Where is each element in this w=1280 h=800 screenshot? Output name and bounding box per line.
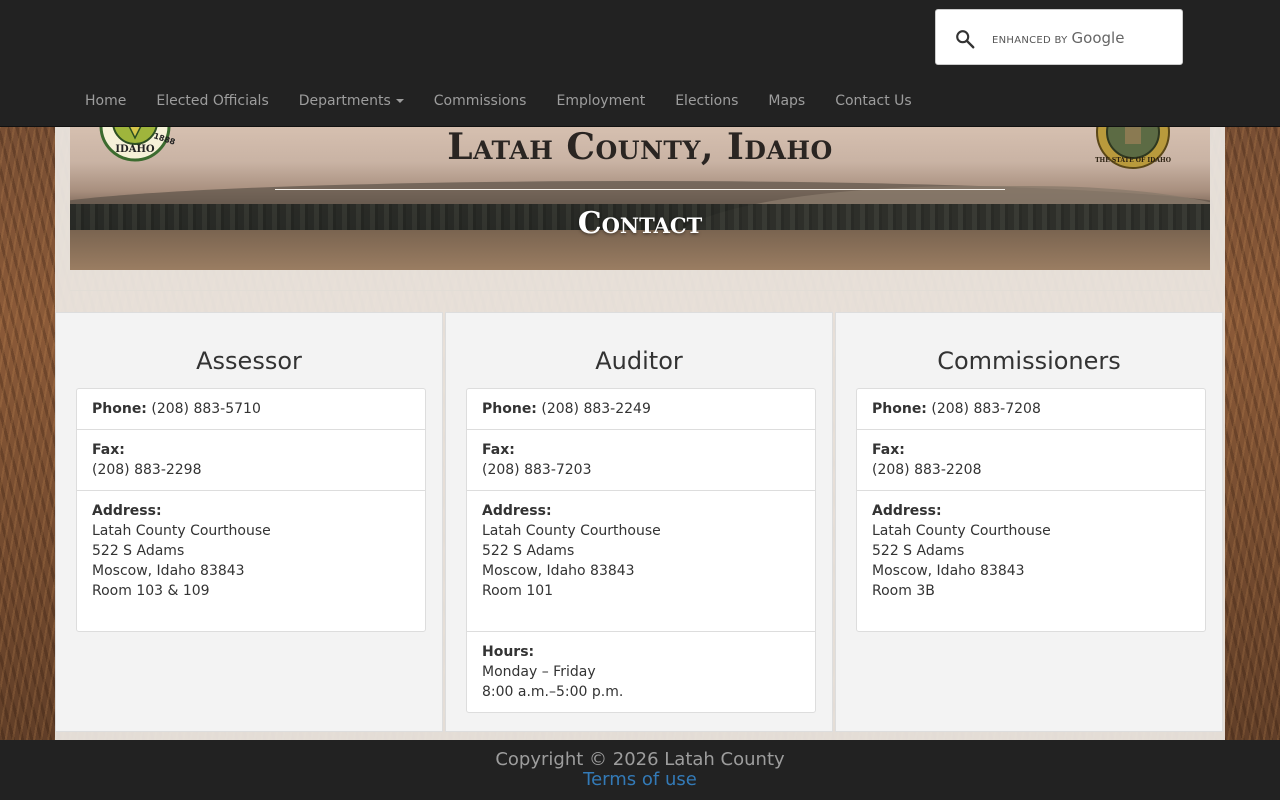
nav-commissions[interactable]: Commissions: [419, 88, 542, 114]
nav-departments[interactable]: Departments: [284, 88, 419, 114]
address-row: Address: Latah County Courthouse 522 S Ada…: [92, 503, 271, 599]
contact-card: Phone: (208) 883-5710 Fax: (208) 883-2298…: [76, 388, 426, 632]
terms-of-use-link[interactable]: Terms of use: [0, 769, 1280, 790]
contact-card: Phone: (208) 883-7208 Fax: (208) 883-2208…: [856, 388, 1206, 632]
caret-down-icon: [395, 99, 404, 103]
nav-home[interactable]: Home: [70, 88, 141, 114]
search-icon[interactable]: [954, 28, 976, 50]
department-title: Commissioners: [937, 347, 1121, 375]
nav-elected-officials[interactable]: Elected Officials: [141, 88, 283, 114]
address-row: Address: Latah County Courthouse 522 S Ada…: [872, 503, 1051, 599]
nav-maps[interactable]: Maps: [753, 88, 820, 114]
department-commissioners: Commissioners Phone: (208) 883-7208 Fax:…: [835, 312, 1223, 732]
copyright-text: Copyright © 2026 Latah County: [495, 749, 785, 770]
svg-text:THE STATE OF IDAHO: THE STATE OF IDAHO: [1095, 157, 1171, 164]
department-auditor: Auditor Phone: (208) 883-2249 Fax: (208) …: [445, 312, 833, 732]
section-divider: [70, 290, 1210, 291]
nav-contact-us[interactable]: Contact Us: [820, 88, 926, 114]
phone-row: Phone: (208) 883-7208: [857, 389, 1205, 430]
search-brand: ENHANCED BY Google: [992, 29, 1125, 47]
phone-row: Phone: (208) 883-5710: [77, 389, 425, 430]
hours-row: Hours: Monday – Friday 8:00 a.m.–5:00 p.m.: [482, 644, 624, 700]
department-title: Auditor: [595, 347, 683, 375]
address-row: Address: Latah County Courthouse 522 S Ada…: [467, 491, 815, 632]
search-box[interactable]: ENHANCED BY Google: [935, 9, 1183, 65]
state-seal-icon: THE STATE OF IDAHO: [1095, 126, 1171, 169]
page-title: Latah County, Idaho: [447, 126, 833, 168]
footer: Copyright © 2026 Latah County Terms of u…: [0, 740, 1280, 800]
department-assessor: Assessor Phone: (208) 883-5710 Fax: (208)…: [55, 312, 443, 732]
department-title: Assessor: [196, 347, 302, 375]
fax-row: Fax: (208) 883-2298: [77, 430, 425, 491]
navbar: ENHANCED BY Google Home Elected Officials…: [0, 0, 1280, 127]
page-banner: 1888 IDAHO Latah County, Idaho Contact T…: [70, 126, 1210, 270]
banner-divider: [275, 189, 1005, 190]
main-container: 1888 IDAHO Latah County, Idaho Contact T…: [55, 126, 1225, 740]
phone-row: Phone: (208) 883-2249: [467, 389, 815, 430]
nav-elections[interactable]: Elections: [660, 88, 753, 114]
nav-employment[interactable]: Employment: [541, 88, 660, 114]
main-nav: Home Elected Officials Departments Commi…: [70, 88, 927, 114]
fax-row: Fax: (208) 883-7203: [467, 430, 815, 491]
fax-row: Fax: (208) 883-2208: [857, 430, 1205, 491]
contact-card: Phone: (208) 883-2249 Fax: (208) 883-7203…: [466, 388, 816, 713]
page-subtitle: Contact: [577, 206, 703, 241]
